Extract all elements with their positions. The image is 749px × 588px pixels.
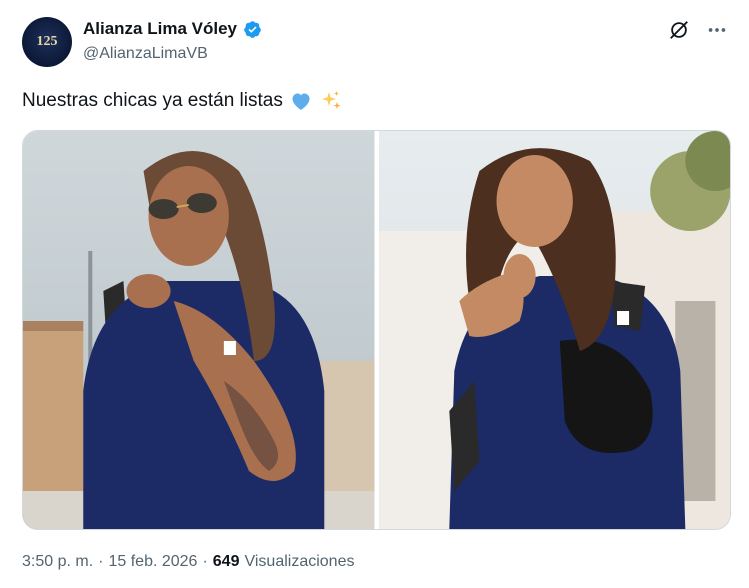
author-handle[interactable]: @AlianzaLimaVB xyxy=(83,45,208,63)
views-count: 649 xyxy=(212,553,240,570)
meta-separator-2: · xyxy=(202,553,208,570)
tweet-text: Nuestras chicas ya están listas xyxy=(22,89,343,113)
tweet-meta: 3:50 p. m. · 15 feb. 2026 · 649 Visualiz… xyxy=(22,553,354,571)
tweet-media-grid xyxy=(22,130,731,530)
tweet-text-body: Nuestras chicas ya están listas xyxy=(22,90,283,111)
tweet-top-actions xyxy=(667,18,729,42)
avatar-logo-text: 125 xyxy=(36,34,58,49)
more-options-icon[interactable] xyxy=(705,18,729,42)
photo-player-heart-gesture[interactable] xyxy=(378,131,730,529)
tweet-card: 125 Alianza Lima Vóley @AlianzaLimaVB Nu… xyxy=(0,0,749,588)
photo-player-blowing-kiss[interactable] xyxy=(23,131,375,529)
author-display-name[interactable]: Alianza Lima Vóley xyxy=(83,19,237,39)
grok-icon[interactable] xyxy=(667,18,691,42)
photo-2-illustration xyxy=(378,131,730,529)
blue-heart-icon xyxy=(292,93,310,110)
verified-badge-icon xyxy=(244,20,261,38)
views-label: Visualizaciones xyxy=(244,553,355,570)
sparkles-icon xyxy=(321,91,341,109)
avatar[interactable]: 125 xyxy=(22,17,72,67)
tweet-time[interactable]: 3:50 p. m. xyxy=(22,553,93,571)
photo-1-illustration xyxy=(23,131,375,529)
author-name-row: Alianza Lima Vóley xyxy=(83,19,262,39)
tweet-date[interactable]: 15 feb. 2026 xyxy=(108,553,197,571)
meta-separator-1: · xyxy=(98,553,104,570)
